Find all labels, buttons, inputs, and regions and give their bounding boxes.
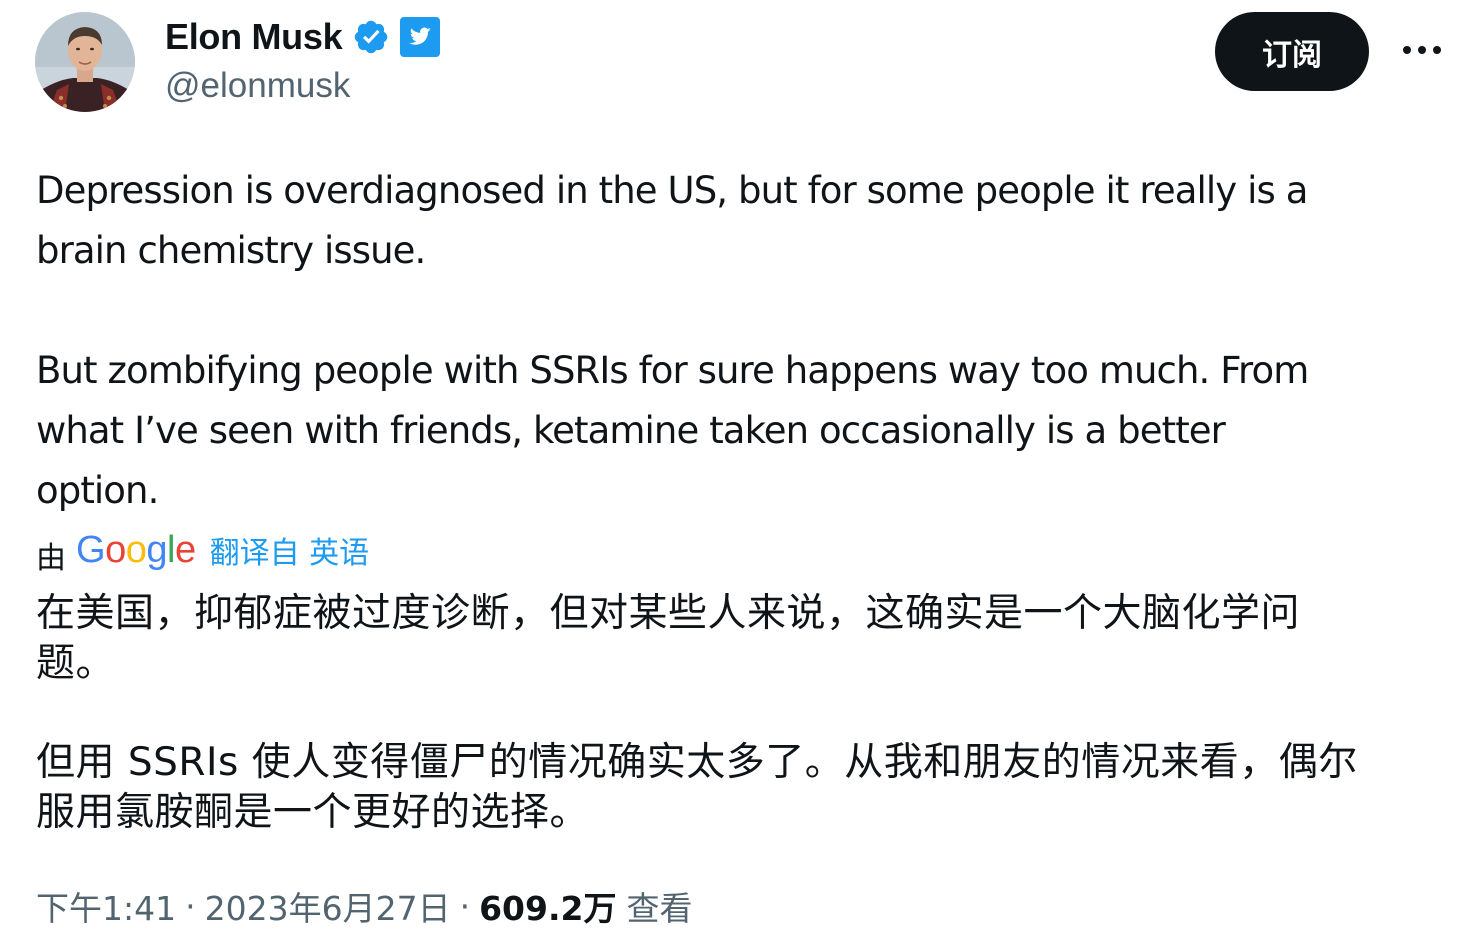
meta-separator: · bbox=[459, 886, 471, 926]
tweet-text-paragraph-2: But zombifying people with SSRIs for sur… bbox=[36, 341, 1456, 521]
google-logo-letter: l bbox=[166, 528, 175, 571]
tweet-text-line: brain chemistry issue. bbox=[36, 229, 426, 272]
tweet-date[interactable]: 2023年6月27日 bbox=[205, 882, 451, 930]
google-logo-letter: o bbox=[105, 528, 126, 571]
author-handle[interactable]: @elonmusk bbox=[165, 66, 350, 106]
subscribe-button[interactable]: 订阅 bbox=[1215, 12, 1369, 91]
translation-attribution: 由 Google 翻译自 英语 bbox=[36, 528, 370, 577]
google-logo-letter: o bbox=[125, 528, 147, 571]
translation-by-label: 由 bbox=[36, 541, 66, 576]
tweet-text-line: But zombifying people with SSRIs for sur… bbox=[36, 349, 1309, 392]
tweet-text-line: what I’ve seen with friends, ketamine ta… bbox=[36, 409, 1226, 452]
tweet-text-paragraph-1: Depression is overdiagnosed in the US, b… bbox=[36, 161, 1456, 281]
translation-line: 但用 SSRIs 使人变得僵尸的情况确实太多了。从我和朋友的情况来看，偶尔 bbox=[36, 740, 1358, 785]
tweet-meta: 下午1:41 · 2023年6月27日 · 609.2万 查看 bbox=[36, 882, 692, 930]
google-logo: Google bbox=[76, 529, 196, 572]
translation-line: 在美国，抑郁症被过度诊断，但对某些人来说，这确实是一个大脑化学问 bbox=[36, 591, 1301, 636]
google-logo-letter: G bbox=[76, 528, 106, 571]
translated-from-link[interactable]: 翻译自 英语 bbox=[210, 528, 370, 572]
author-name-row: Elon Musk bbox=[165, 14, 441, 60]
verified-badge-icon[interactable] bbox=[352, 18, 390, 56]
more-options-icon[interactable] bbox=[1398, 30, 1446, 70]
google-logo-letter: g bbox=[146, 528, 167, 571]
avatar-image bbox=[35, 12, 135, 112]
tweet-time[interactable]: 下午1:41 bbox=[36, 882, 176, 930]
tweet-text-line: option. bbox=[36, 469, 159, 512]
translation-paragraph-1: 在美国，抑郁症被过度诊断，但对某些人来说，这确实是一个大脑化学问 题。 bbox=[36, 589, 1456, 689]
translation-line: 服用氯胺酮是一个更好的选择。 bbox=[36, 790, 590, 835]
author-display-name[interactable]: Elon Musk bbox=[165, 16, 343, 58]
views-label: 查看 bbox=[626, 889, 693, 928]
twitter-bird-icon bbox=[400, 17, 441, 57]
google-logo-letter: e bbox=[174, 528, 196, 571]
avatar[interactable] bbox=[35, 12, 135, 112]
translation-paragraph-2: 但用 SSRIs 使人变得僵尸的情况确实太多了。从我和朋友的情况来看，偶尔 服用… bbox=[36, 738, 1456, 838]
tweet-text-line: Depression is overdiagnosed in the US, b… bbox=[36, 169, 1308, 212]
meta-separator: · bbox=[185, 886, 196, 926]
translation-line: 题。 bbox=[36, 641, 116, 686]
views-count: 609.2万 bbox=[479, 889, 617, 928]
